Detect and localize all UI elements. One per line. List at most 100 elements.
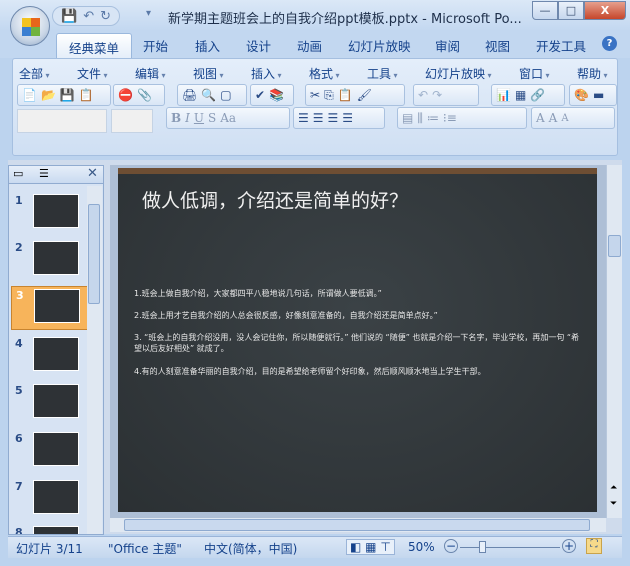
office-button[interactable] — [10, 6, 50, 46]
slide-thumbnail[interactable]: 7 — [11, 478, 91, 522]
slide-title[interactable]: 做人低调，介绍还是简单的好？ — [142, 186, 408, 213]
shadow-button[interactable]: S — [208, 111, 216, 125]
align-left-icon[interactable]: ☰ — [298, 111, 309, 125]
tab-review[interactable]: 审阅 — [435, 36, 460, 55]
cut-icon[interactable]: ✂ — [310, 88, 320, 102]
align-right-icon[interactable]: ☰ — [328, 111, 339, 125]
slides-tab-icon[interactable]: ▭ — [13, 167, 23, 180]
bullets-icon[interactable]: ⁝≡ — [443, 111, 457, 125]
zoom-level[interactable]: 50% — [408, 540, 435, 554]
tab-developer[interactable]: 开发工具 — [536, 36, 586, 55]
fit-to-window-icon[interactable]: ⛶ — [586, 538, 602, 554]
outline-tab-icon[interactable]: ☰ — [39, 167, 49, 180]
close-button[interactable]: X — [584, 1, 626, 20]
font-name-select[interactable] — [17, 109, 107, 133]
italic-button[interactable]: I — [185, 111, 190, 125]
attach-icon[interactable]: 📎 — [137, 88, 152, 102]
slideshow-view-icon[interactable]: ⊤ — [380, 540, 390, 554]
tab-design[interactable]: 设计 — [246, 36, 271, 55]
format-painter-icon[interactable]: 🖌 — [357, 88, 372, 102]
slide-thumbnail[interactable]: 6 — [11, 430, 91, 474]
grow-font-button[interactable]: A — [549, 111, 558, 125]
paste-icon[interactable]: 📋 — [338, 88, 353, 102]
minimize-button[interactable]: — — [532, 1, 558, 20]
zoom-slider-thumb[interactable] — [479, 541, 487, 553]
font-color-button[interactable]: A — [536, 111, 545, 125]
undo-icon[interactable]: ↶ — [83, 9, 94, 24]
permission-icon[interactable]: ⛔ — [118, 88, 133, 102]
menu-insert[interactable]: 插入 — [251, 65, 282, 82]
scrollbar-thumb[interactable] — [88, 204, 100, 304]
save-icon[interactable]: 💾 — [60, 88, 75, 102]
align-center-icon[interactable]: ☰ — [313, 111, 324, 125]
scrollbar-thumb[interactable] — [124, 519, 590, 531]
save-icon[interactable]: 💾 — [61, 9, 77, 24]
slide-bullet: 2.班会上用才艺自我介绍的人总会很反感，好像刻意准备的，自我介绍还是简单点好。” — [134, 311, 438, 320]
change-case-button[interactable]: Aa — [220, 111, 236, 125]
menu-format[interactable]: 格式 — [309, 65, 340, 82]
next-slide-icon[interactable]: ⏷ — [610, 499, 617, 509]
print-preview-icon[interactable]: 🔍 — [201, 88, 216, 102]
justify-icon[interactable]: ☰ — [342, 111, 353, 125]
vertical-scrollbar[interactable]: ⏶ ⏷ — [606, 165, 622, 518]
customize-qat-icon[interactable]: ▾ — [146, 8, 151, 19]
grayscale-icon[interactable]: ▬ — [593, 88, 604, 102]
line-spacing-icon[interactable]: ▤ — [402, 111, 413, 125]
frame-icon[interactable]: ▢ — [220, 88, 231, 102]
underline-button[interactable]: U — [194, 111, 204, 125]
slide-thumbnail[interactable]: 8 — [11, 524, 91, 534]
menu-view[interactable]: 视图 — [193, 65, 224, 82]
zoom-in-icon[interactable]: + — [562, 539, 576, 553]
slide-thumbnail[interactable]: 2 — [11, 239, 91, 283]
text-direction-icon[interactable]: ⫼ — [417, 111, 423, 126]
zoom-out-icon[interactable]: − — [444, 539, 458, 553]
color-icon[interactable]: 🎨 — [574, 88, 589, 102]
new-icon[interactable]: 📄 — [22, 88, 37, 102]
slide-thumbnail-selected[interactable]: 3 — [11, 286, 91, 330]
redo-icon[interactable]: ↻ — [100, 9, 111, 24]
chart-icon[interactable]: 📊 — [496, 88, 511, 102]
numbering-icon[interactable]: ≔ — [427, 111, 439, 125]
tab-classic-menu[interactable]: 经典菜单 — [56, 33, 133, 59]
redo-icon[interactable]: ↷ — [432, 88, 442, 102]
tab-insert[interactable]: 插入 — [195, 36, 220, 55]
scrollbar-thumb[interactable] — [608, 235, 621, 257]
tab-home[interactable]: 开始 — [143, 36, 168, 55]
save-as-icon[interactable]: 📋 — [79, 88, 94, 102]
slide-thumbnail[interactable]: 5 — [11, 382, 91, 426]
hyperlink-icon[interactable]: 🔗 — [530, 88, 545, 102]
menu-slideshow[interactable]: 幻灯片放映 — [425, 65, 492, 82]
copy-icon[interactable]: ⎘ — [324, 88, 334, 103]
language[interactable]: 中文(简体，中国) — [204, 540, 297, 557]
shrink-font-button[interactable]: A — [561, 113, 568, 124]
bold-button[interactable]: B — [171, 111, 181, 125]
slides-pane-scrollbar[interactable] — [87, 186, 102, 534]
help-icon[interactable]: ? — [602, 36, 617, 51]
table-icon[interactable]: ▦ — [515, 88, 526, 102]
horizontal-scrollbar[interactable] — [110, 518, 606, 532]
print-icon[interactable]: 🖨 — [182, 88, 197, 102]
slide-thumbnail[interactable]: 4 — [11, 335, 91, 379]
slide-thumbnail[interactable]: 1 — [11, 192, 91, 236]
menu-help[interactable]: 帮助 — [577, 65, 608, 82]
tab-animation[interactable]: 动画 — [297, 36, 322, 55]
font-size-select[interactable] — [111, 109, 153, 133]
spelling-icon[interactable]: ✔ — [255, 88, 265, 102]
menu-file[interactable]: 文件 — [77, 65, 108, 82]
menu-window[interactable]: 窗口 — [519, 65, 550, 82]
menu-tools[interactable]: 工具 — [367, 65, 398, 82]
maximize-button[interactable]: □ — [558, 1, 584, 20]
slide-sorter-icon[interactable]: ▦ — [365, 540, 376, 554]
open-icon[interactable]: 📂 — [41, 88, 56, 102]
undo-icon[interactable]: ↶ — [418, 88, 428, 102]
normal-view-icon[interactable]: ◧ — [350, 540, 361, 554]
tab-view[interactable]: 视图 — [485, 36, 510, 55]
close-pane-icon[interactable]: ✕ — [87, 166, 98, 181]
tab-slideshow[interactable]: 幻灯片放映 — [348, 36, 411, 55]
menu-all[interactable]: 全部 — [19, 65, 50, 82]
slide-canvas[interactable]: 做人低调，介绍还是简单的好？ 1.班会上做自我介绍，大家都四平八稳地说几句话，所… — [118, 168, 597, 512]
zoom-slider[interactable] — [460, 547, 560, 548]
previous-slide-icon[interactable]: ⏶ — [610, 483, 617, 493]
research-icon[interactable]: 📚 — [269, 88, 284, 102]
menu-edit[interactable]: 编辑 — [135, 65, 166, 82]
